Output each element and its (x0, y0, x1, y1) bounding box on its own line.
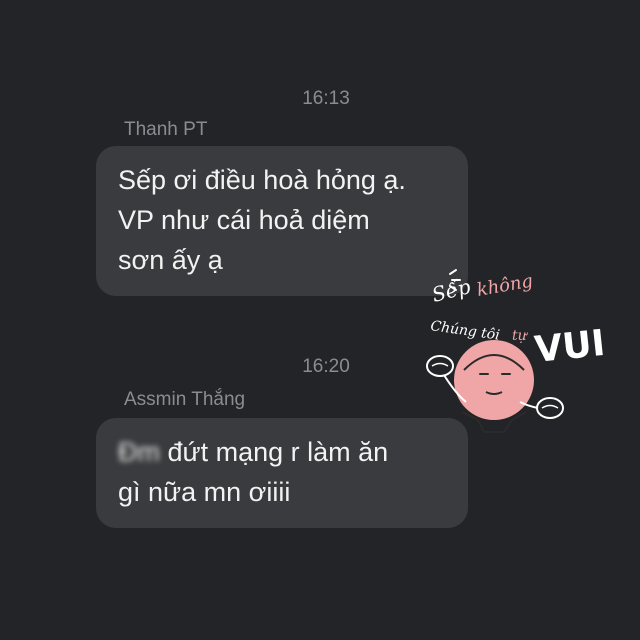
message-2-line-2: gì nữa mn ơiiii (118, 477, 291, 507)
left-hand-icon (426, 355, 454, 377)
sender-name-2[interactable]: Assmin Thắng (124, 389, 245, 411)
message-1-line-2: VP như cái hoả diệm (118, 205, 370, 235)
message-2-line-1-text: đứt mạng r làm ăn (160, 437, 389, 467)
message-2-line-1: Đm đứt mạng r làm ăn (118, 432, 446, 472)
sticker-text-sep: Sếp (429, 274, 473, 307)
sender-name-1[interactable]: Thanh PT (124, 119, 207, 141)
sticker-text-chung-toi: Chúng tôi (429, 318, 500, 344)
timestamp-1: 16:13 (302, 88, 350, 109)
message-bubble-1[interactable]: Sếp ơi điều hoà hỏng ạ. VP như cái hoả d… (96, 146, 468, 296)
message-bubble-2[interactable]: Đm đứt mạng r làm ăn gì nữa mn ơiiii (96, 418, 468, 528)
censored-word: Đm (118, 437, 160, 467)
sticker-face-icon (454, 340, 534, 420)
sticker-text-khong: không (475, 270, 534, 300)
sticker-text-vui: VUI (533, 323, 607, 371)
sticker-text-tu: tự (512, 328, 529, 344)
right-hand-icon (536, 397, 564, 419)
message-1-line-3: sơn ấy ạ (118, 245, 223, 275)
boss-sticker[interactable]: Sếp không Chúng tôi tự VUI (420, 262, 620, 442)
message-1-line-1: Sếp ơi điều hoà hỏng ạ. (118, 165, 406, 195)
